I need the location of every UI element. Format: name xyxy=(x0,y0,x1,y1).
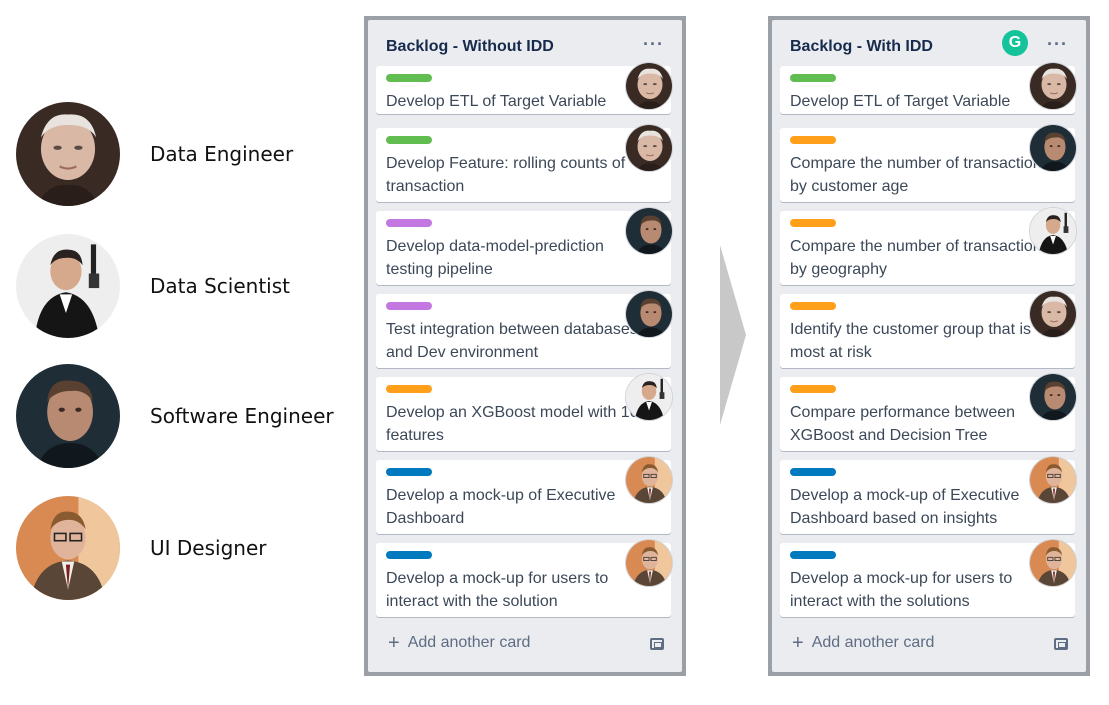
board-without-idd: Backlog - Without IDD ··· Develop ETL of… xyxy=(364,16,686,676)
list-menu-icon[interactable]: ··· xyxy=(1047,34,1068,55)
card-label-green[interactable] xyxy=(386,136,432,144)
role-data-scientist: Data Scientist xyxy=(16,234,290,338)
card-label-orange[interactable] xyxy=(386,385,432,393)
member-avatar-data-scientist[interactable] xyxy=(1029,207,1077,255)
card-label-purple[interactable] xyxy=(386,302,432,310)
card[interactable]: Test integration between databases and D… xyxy=(376,290,673,368)
card-title: Develop an XGBoost model with 10 feature… xyxy=(386,404,639,444)
card-label-green[interactable] xyxy=(386,74,432,82)
member-avatar-data-engineer[interactable] xyxy=(625,62,673,110)
card[interactable]: Compare the number of transaction by geo… xyxy=(780,207,1077,285)
card-label-blue[interactable] xyxy=(790,551,836,559)
role-ui-designer: UI Designer xyxy=(16,496,266,600)
data-scientist-avatar xyxy=(16,234,120,338)
member-avatar-software-engineer[interactable] xyxy=(625,207,673,255)
card-label-orange[interactable] xyxy=(790,136,836,144)
card-title: Develop a mock-up for users to interact … xyxy=(790,570,1013,610)
card-title: Develop a mock-up for users to interact … xyxy=(386,570,609,610)
member-avatar-software-engineer[interactable] xyxy=(1029,373,1077,421)
member-avatar-ui-designer[interactable] xyxy=(1029,456,1077,504)
card-label-orange[interactable] xyxy=(790,385,836,393)
card-title: Compare the number of transaction by geo… xyxy=(790,238,1042,278)
backlog-list: Backlog - With IDD G ··· Develop ETL of … xyxy=(772,20,1086,672)
card-title: Develop ETL of Target Variable xyxy=(790,93,1011,110)
card-label-purple[interactable] xyxy=(386,219,432,227)
card-label-orange[interactable] xyxy=(790,302,836,310)
plus-icon: + xyxy=(792,632,804,654)
member-avatar-data-engineer[interactable] xyxy=(625,124,673,172)
member-avatar-data-scientist[interactable] xyxy=(625,373,673,421)
grammarly-icon[interactable]: G xyxy=(1002,30,1028,56)
card-label-orange[interactable] xyxy=(790,219,836,227)
add-card-button[interactable]: + Add another card xyxy=(792,632,935,654)
member-avatar-ui-designer[interactable] xyxy=(1029,539,1077,587)
data-engineer-avatar xyxy=(16,102,120,206)
member-avatar-data-engineer[interactable] xyxy=(1029,62,1077,110)
card[interactable]: Identify the customer group that is most… xyxy=(780,290,1077,368)
member-avatar-data-engineer[interactable] xyxy=(1029,290,1077,338)
card[interactable]: Develop a mock-up for users to interact … xyxy=(780,539,1077,617)
arrow-right-icon xyxy=(720,245,746,425)
card[interactable]: Develop a mock-up for users to interact … xyxy=(376,539,673,617)
role-label: Software Engineer xyxy=(150,404,334,428)
card[interactable]: Compare performance between XGBoost and … xyxy=(780,373,1077,451)
add-card-button[interactable]: + Add another card xyxy=(388,632,531,654)
card[interactable]: Develop an XGBoost model with 10 feature… xyxy=(376,373,673,451)
add-card-label: Add another card xyxy=(407,634,531,651)
ui-designer-avatar xyxy=(16,496,120,600)
card-label-blue[interactable] xyxy=(386,468,432,476)
card-title: Compare the number of transaction by cus… xyxy=(790,155,1042,195)
card[interactable]: Develop a mock-up of Executive Dashboard… xyxy=(780,456,1077,534)
member-avatar-ui-designer[interactable] xyxy=(625,539,673,587)
card-label-blue[interactable] xyxy=(790,468,836,476)
add-card-label: Add another card xyxy=(811,634,935,651)
role-label: UI Designer xyxy=(150,536,267,560)
role-data-engineer: Data Engineer xyxy=(16,102,293,206)
list-title[interactable]: Backlog - Without IDD xyxy=(386,38,554,56)
software-engineer-avatar xyxy=(16,364,120,468)
card[interactable]: Develop ETL of Target Variable xyxy=(376,62,673,114)
board-with-idd: Backlog - With IDD G ··· Develop ETL of … xyxy=(768,16,1090,676)
member-avatar-software-engineer[interactable] xyxy=(625,290,673,338)
list-title[interactable]: Backlog - With IDD xyxy=(790,38,933,56)
card[interactable]: Compare the number of transaction by cus… xyxy=(780,124,1077,202)
card-title: Identify the customer group that is most… xyxy=(790,321,1032,361)
member-avatar-software-engineer[interactable] xyxy=(1029,124,1077,172)
card-label-green[interactable] xyxy=(790,74,836,82)
card-template-icon[interactable] xyxy=(1054,638,1068,650)
card-title: Test integration between databases and D… xyxy=(386,321,638,361)
card-title: Develop ETL of Target Variable xyxy=(386,93,607,110)
card-template-icon[interactable] xyxy=(650,638,664,650)
role-label: Data Scientist xyxy=(150,274,290,298)
list-menu-icon[interactable]: ··· xyxy=(643,34,664,55)
card-title: Compare performance between XGBoost and … xyxy=(790,404,1016,444)
card[interactable]: Develop Feature: rolling counts of trans… xyxy=(376,124,673,202)
role-software-engineer: Software Engineer xyxy=(16,364,334,468)
backlog-list: Backlog - Without IDD ··· Develop ETL of… xyxy=(368,20,682,672)
card-title: Develop a mock-up of Executive Dashboard xyxy=(386,487,616,527)
card-label-blue[interactable] xyxy=(386,551,432,559)
plus-icon: + xyxy=(388,632,400,654)
card-title: Develop Feature: rolling counts of trans… xyxy=(386,155,626,195)
card[interactable]: Develop a mock-up of Executive Dashboard xyxy=(376,456,673,534)
card[interactable]: Develop data-model-prediction testing pi… xyxy=(376,207,673,285)
card-title: Develop a mock-up of Executive Dashboard… xyxy=(790,487,1020,527)
member-avatar-ui-designer[interactable] xyxy=(625,456,673,504)
card-title: Develop data-model-prediction testing pi… xyxy=(386,238,604,278)
card[interactable]: Develop ETL of Target Variable xyxy=(780,62,1077,114)
role-label: Data Engineer xyxy=(150,142,294,166)
